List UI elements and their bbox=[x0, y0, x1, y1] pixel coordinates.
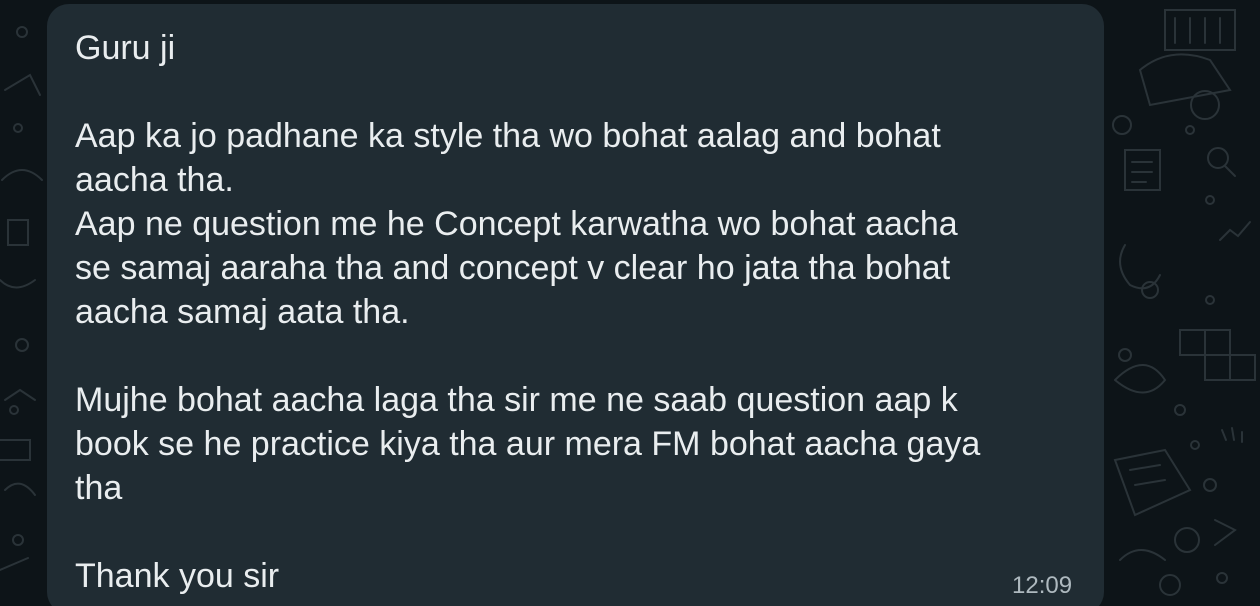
message-line: aacha tha. bbox=[75, 161, 234, 199]
message-line bbox=[75, 510, 1074, 554]
message-line bbox=[75, 334, 1074, 378]
message-timestamp: 12:09 bbox=[1012, 572, 1073, 599]
message-line: Aap ka jo padhane ka style tha wo bohat … bbox=[75, 117, 941, 155]
message-line: aacha samaj aata tha. bbox=[75, 293, 410, 331]
message-line: Mujhe bohat aacha laga tha sir me ne saa… bbox=[75, 381, 958, 419]
message-text: Guru ji Aap ka jo padhane ka style tha w… bbox=[75, 26, 1074, 598]
message-line: Guru ji bbox=[75, 29, 176, 67]
message-line: book se he practice kiya tha aur mera FM… bbox=[75, 425, 981, 463]
message-bubble[interactable]: Guru ji Aap ka jo padhane ka style tha w… bbox=[47, 4, 1104, 606]
message-line: Aap ne question me he Concept karwatha w… bbox=[75, 205, 958, 243]
message-line: tha bbox=[75, 469, 123, 507]
message-line: se samaj aaraha tha and concept v clear … bbox=[75, 249, 951, 287]
chat-background: Guru ji Aap ka jo padhane ka style tha w… bbox=[0, 0, 1260, 606]
message-line bbox=[75, 70, 1074, 114]
message-line: Thank you sir bbox=[75, 557, 280, 595]
